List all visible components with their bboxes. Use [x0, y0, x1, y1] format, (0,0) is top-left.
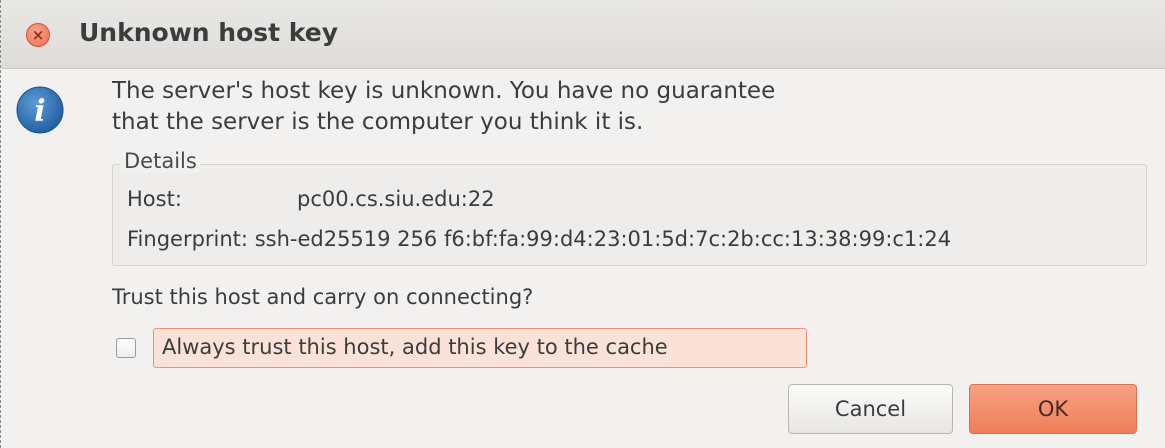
dialog-window: × Unknown host key i The server's host k… [0, 0, 1165, 448]
details-legend: Details [121, 149, 200, 173]
dialog-title: Unknown host key [79, 18, 339, 47]
info-icon: i [16, 86, 64, 134]
cancel-button[interactable]: Cancel [788, 384, 953, 434]
fingerprint-label: Fingerprint: [127, 227, 248, 251]
svg-text:i: i [34, 94, 45, 129]
close-icon[interactable]: × [26, 23, 50, 47]
always-trust-label[interactable]: Always trust this host, add this key to … [162, 335, 668, 359]
title-bar: × Unknown host key [1, 0, 1165, 69]
message-line-1: The server's host key is unknown. You ha… [112, 78, 776, 104]
details-group: Details Host: pc00.cs.siu.edu:22 Fingerpr… [112, 149, 1147, 266]
message-text: The server's host key is unknown. You ha… [112, 76, 775, 138]
always-trust-checkbox[interactable] [116, 338, 136, 358]
host-label: Host: [127, 187, 182, 211]
always-trust-label-focus[interactable]: Always trust this host, add this key to … [153, 328, 807, 368]
fingerprint-row: Fingerprint: ssh-ed25519 256 f6:bf:fa:99… [127, 227, 951, 251]
host-row: Host: pc00.cs.siu.edu:22 [127, 187, 495, 211]
ok-button[interactable]: OK [969, 384, 1137, 434]
host-value: pc00.cs.siu.edu:22 [297, 187, 495, 211]
fingerprint-value: ssh-ed25519 256 f6:bf:fa:99:d4:23:01:5d:… [254, 227, 952, 251]
trust-question: Trust this host and carry on connecting? [112, 285, 534, 309]
message-line-2: that the server is the computer you thin… [112, 109, 644, 135]
